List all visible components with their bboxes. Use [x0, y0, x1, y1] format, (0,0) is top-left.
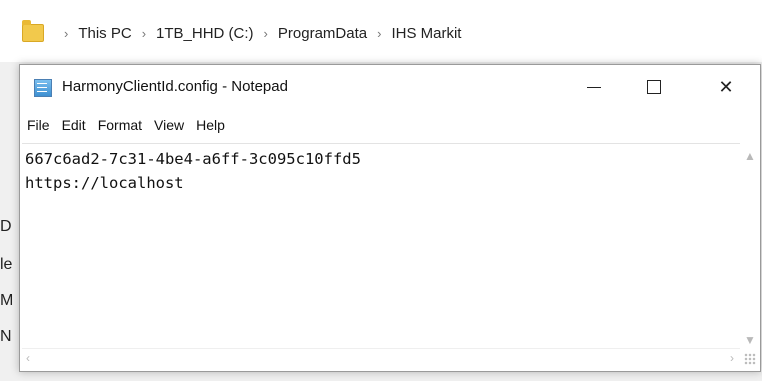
minimize-button[interactable]	[564, 65, 624, 109]
breadcrumb-programdata[interactable]: ProgramData	[278, 25, 367, 42]
scroll-up-icon[interactable]: ▲	[744, 149, 756, 163]
chevron-right-icon: ›	[377, 25, 382, 41]
breadcrumb-this-pc[interactable]: This PC	[78, 25, 131, 42]
maximize-icon	[647, 80, 661, 94]
close-icon: ✕	[718, 76, 734, 97]
chevron-right-icon: ›	[64, 25, 69, 41]
menu-help[interactable]: Help	[196, 117, 225, 133]
minimize-icon	[587, 86, 601, 88]
explorer-item-fragment: N	[0, 328, 12, 345]
vertical-scrollbar[interactable]: ▲ ▼	[740, 143, 758, 353]
menu-bar: File Edit Format View Help	[20, 113, 237, 137]
editor-line: https://localhost	[25, 174, 184, 192]
maximize-button[interactable]	[624, 65, 684, 109]
breadcrumb-drive[interactable]: 1TB_HHD (C:)	[156, 25, 254, 42]
notepad-icon	[34, 79, 52, 97]
breadcrumb[interactable]: › This PC › 1TB_HHD (C:) › ProgramData ›…	[22, 18, 762, 48]
chevron-right-icon: ›	[141, 25, 147, 41]
menu-edit[interactable]: Edit	[62, 117, 86, 133]
resize-grip-icon[interactable]	[744, 353, 756, 365]
close-button[interactable]: ✕	[696, 65, 756, 109]
window-title: HarmonyClientId.config - Notepad	[62, 78, 288, 95]
scroll-right-icon[interactable]: ›	[730, 351, 734, 365]
explorer-item-fragment: M	[0, 292, 14, 309]
editor-line: 667c6ad2-7c31-4be4-a6ff-3c095c10ffd5	[25, 150, 361, 168]
text-editor[interactable]: 667c6ad2-7c31-4be4-a6ff-3c095c10ffd5 htt…	[22, 143, 740, 354]
notepad-window: HarmonyClientId.config - Notepad ✕ File …	[19, 64, 761, 372]
title-bar[interactable]: HarmonyClientId.config - Notepad ✕	[20, 65, 760, 109]
menu-view[interactable]: View	[154, 117, 184, 133]
scroll-left-icon[interactable]: ‹	[26, 351, 30, 365]
explorer-item-fragment: D	[0, 218, 12, 235]
explorer-address-area: › This PC › 1TB_HHD (C:) › ProgramData ›…	[0, 0, 762, 62]
chevron-right-icon: ›	[263, 25, 268, 41]
menu-format[interactable]: Format	[98, 117, 142, 133]
horizontal-scrollbar[interactable]: ‹ ›	[22, 348, 740, 367]
folder-icon	[22, 20, 44, 42]
explorer-item-fragment: le	[0, 256, 13, 273]
menu-file[interactable]: File	[27, 117, 50, 133]
breadcrumb-ihs-markit[interactable]: IHS Markit	[391, 25, 461, 42]
scroll-down-icon[interactable]: ▼	[744, 333, 756, 347]
